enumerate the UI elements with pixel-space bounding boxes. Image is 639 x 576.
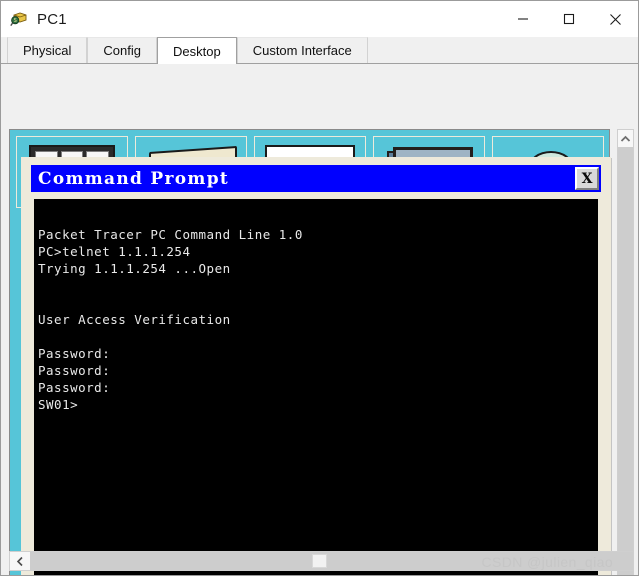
- terminal-line: User Access Verification: [38, 312, 231, 327]
- window-title-bar: S PC1: [1, 1, 638, 37]
- command-prompt-window: Command Prompt X Packet Tracer PC Comman…: [21, 157, 611, 575]
- vertical-scroll-track[interactable]: [618, 147, 633, 575]
- vertical-scrollbar[interactable]: [617, 129, 634, 575]
- command-prompt-close-button[interactable]: X: [575, 167, 599, 190]
- command-prompt-title: Command Prompt: [38, 168, 230, 189]
- tab-physical[interactable]: Physical: [7, 37, 88, 63]
- tab-strip: Physical Config Desktop Custom Interface: [1, 37, 638, 64]
- desktop-content-region: Command Prompt X Packet Tracer PC Comman…: [1, 64, 638, 575]
- tab-desktop[interactable]: Desktop: [157, 37, 237, 64]
- tab-config[interactable]: Config: [87, 37, 157, 63]
- minimize-button[interactable]: [500, 1, 546, 37]
- terminal-line: Packet Tracer PC Command Line 1.0: [38, 227, 303, 242]
- scroll-left-button[interactable]: [10, 552, 30, 570]
- horizontal-scroll-thumb[interactable]: [312, 554, 327, 568]
- maximize-button[interactable]: [546, 1, 592, 37]
- window-controls: [500, 1, 638, 37]
- tab-custom-interface[interactable]: Custom Interface: [236, 37, 368, 63]
- horizontal-scroll-track[interactable]: [30, 552, 633, 570]
- svg-text:S: S: [14, 18, 17, 24]
- packet-tracer-pc-icon: S: [10, 10, 28, 28]
- window-title: PC1: [37, 10, 67, 28]
- horizontal-scrollbar[interactable]: [9, 551, 634, 571]
- terminal-line: Password:: [38, 346, 111, 361]
- terminal-line: SW01>: [38, 397, 79, 412]
- terminal-line: Password:: [38, 380, 111, 395]
- command-prompt-title-bar[interactable]: Command Prompt X: [31, 165, 601, 192]
- terminal-output[interactable]: Packet Tracer PC Command Line 1.0 PC>tel…: [34, 199, 598, 575]
- scroll-up-button[interactable]: [618, 130, 633, 147]
- close-button[interactable]: [592, 1, 638, 37]
- terminal-line: Password:: [38, 363, 111, 378]
- terminal-line: PC>telnet 1.1.1.254: [38, 244, 191, 259]
- terminal-line: Trying 1.1.1.254 ...Open: [38, 261, 231, 276]
- pc1-window: S PC1 Physical Config Desktop Custom Int…: [0, 0, 639, 576]
